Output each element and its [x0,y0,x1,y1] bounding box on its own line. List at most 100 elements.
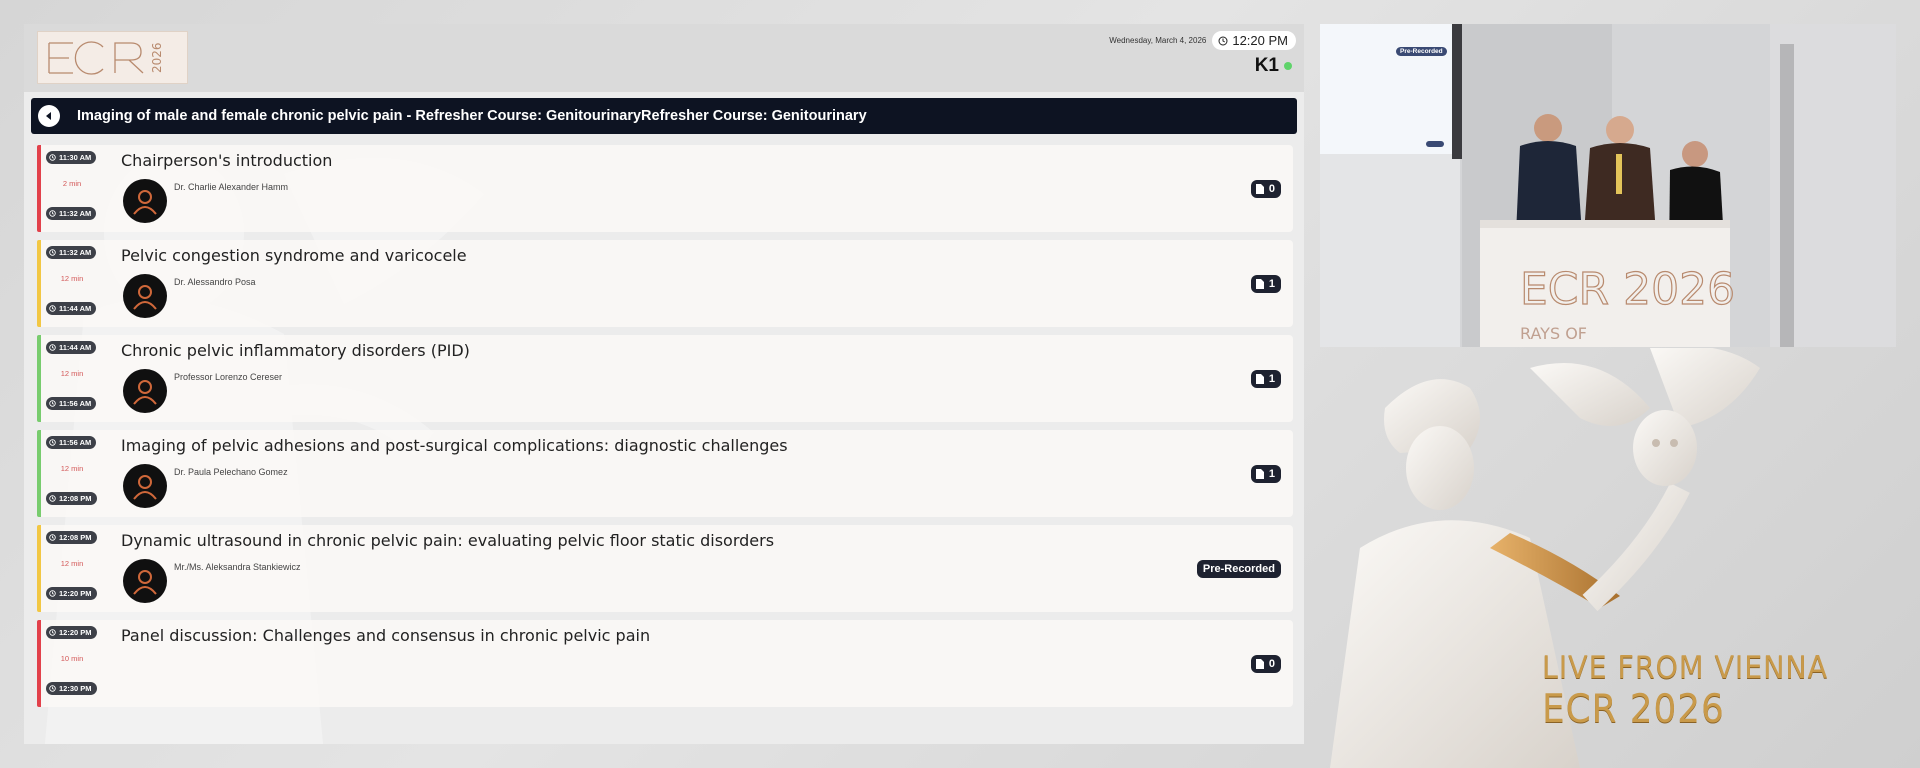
talk-end-label: 12:30 PM [59,684,92,693]
documents-count: 0 [1268,658,1275,670]
talk-title[interactable]: Chronic pelvic inflammatory disorders (P… [121,341,470,360]
talk-row[interactable]: 12:20 PM 10 min 12:30 PM Panel discussion: … [37,620,1293,707]
clock-icon [49,210,56,217]
clock-icon [49,154,56,161]
talk-title[interactable]: Panel discussion: Challenges and consens… [121,626,650,645]
current-time-label: 12:20 PM [1232,33,1288,48]
talk-end-label: 12:20 PM [59,589,92,598]
talk-status-accent [37,430,41,517]
clock-icon [49,344,56,351]
talk-duration: 12 min [60,369,84,378]
talk-title[interactable]: Dynamic ultrasound in chronic pelvic pai… [121,531,774,550]
live-video-feed[interactable]: ECR 2026 RAYS OF Pre-Recorded [1320,24,1896,347]
talk-start-time: 12:20 PM [46,626,97,639]
talk-start-label: 11:44 AM [59,343,92,352]
documents-button[interactable]: 0 [1250,180,1281,198]
documents-button[interactable]: 1 [1250,275,1281,293]
live-status-dot [1284,62,1292,70]
talk-row[interactable]: 11:56 AM 12 min 12:08 PM Imaging of pelvic … [37,430,1293,517]
live-from-vienna-text: LIVE FROM VIENNA [1542,650,1829,686]
documents-count: 1 [1268,278,1275,290]
clock-icon [49,534,56,541]
talk-status-accent [37,620,41,707]
talk-duration: 12 min [60,464,84,473]
clock-icon [49,439,56,446]
header-bar: 2026 Wednesday, March 4, 2026 12:20 PM K… [24,24,1304,92]
speaker-name[interactable]: Dr. Alessandro Posa [174,277,256,287]
talk-end-time: 11:32 AM [46,207,97,220]
talk-title[interactable]: Imaging of pelvic adhesions and post-sur… [121,436,788,455]
talk-end-time: 12:30 PM [46,682,97,695]
talk-end-label: 11:44 AM [59,304,92,313]
speaker-avatar[interactable] [123,274,167,318]
talk-row[interactable]: 12:08 PM 12 min 12:20 PM Dynamic ultrasound… [37,525,1293,612]
document-icon [1255,659,1264,669]
talk-start-time: 11:56 AM [46,436,97,449]
talk-row[interactable]: 11:32 AM 12 min 11:44 AM Pelvic congestion … [37,240,1293,327]
clock-icon [49,590,56,597]
svg-text:RAYS OF: RAYS OF [1520,324,1587,343]
current-date: Wednesday, March 4, 2026 [1109,36,1207,45]
talk-row[interactable]: 11:44 AM 12 min 11:56 AM Chronic pelvic inf… [37,335,1293,422]
branding-area: LIVE FROM VIENNA ECR 2026 [1320,348,1920,768]
clock-icon [49,685,56,692]
back-arrow-icon [46,112,51,120]
clock-icon [49,495,56,502]
clock-icon [1218,36,1228,45]
session-title: Imaging of male and female chronic pelvi… [77,108,867,124]
session-panel: 2026 Wednesday, March 4, 2026 12:20 PM K… [24,24,1304,744]
documents-count: 0 [1268,183,1275,195]
speaker-name[interactable]: Professor Lorenzo Cereser [174,372,282,382]
talk-status-accent [37,525,41,612]
person-icon [133,190,157,215]
talk-duration: 12 min [60,559,84,568]
talk-status-accent [37,335,41,422]
clock-icon [49,249,56,256]
documents-count: 1 [1268,468,1275,480]
logo-graphic: 2026 [47,40,164,75]
talk-start-label: 12:20 PM [59,628,92,637]
talk-start-time: 12:08 PM [46,531,97,544]
documents-button[interactable]: 1 [1250,370,1281,388]
talk-title[interactable]: Pelvic congestion syndrome and varicocel… [121,246,467,265]
speaker-avatar[interactable] [123,559,167,603]
speaker-avatar[interactable] [123,179,167,223]
talk-start-time: 11:32 AM [46,246,97,259]
clock-icon [49,305,56,312]
person-icon [133,285,157,310]
documents-button[interactable]: 1 [1250,465,1281,483]
video-prerecorded-badge: Pre-Recorded [1396,47,1447,56]
prerecorded-badge: Pre-Recorded [1196,560,1281,578]
talk-row[interactable]: 11:30 AM 2 min 11:32 AM Chairperson's intro… [37,145,1293,232]
clock-icon [49,400,56,407]
date-time: Wednesday, March 4, 2026 12:20 PM [1109,31,1296,50]
ecr-logo: 2026 [37,31,188,84]
document-icon [1255,184,1264,194]
talk-end-time: 11:56 AM [46,397,97,410]
ecr-2026-text: ECR 2026 [1542,687,1725,732]
speaker-avatar[interactable] [123,369,167,413]
speaker-avatar[interactable] [123,464,167,508]
svg-text:2026: 2026 [150,42,164,73]
talk-start-time: 11:44 AM [46,341,97,354]
speaker-name[interactable]: Dr. Paula Pelechano Gomez [174,467,288,477]
back-button[interactable] [38,105,60,127]
talk-duration: 2 min [62,179,82,188]
document-icon [1255,374,1264,384]
document-icon [1255,279,1264,289]
talk-start-label: 11:30 AM [59,153,92,162]
talk-start-time: 11:30 AM [46,151,97,164]
talk-start-label: 12:08 PM [59,533,92,542]
speaker-name[interactable]: Mr./Ms. Aleksandra Stankiewicz [174,562,301,572]
talk-end-time: 12:08 PM [46,492,97,505]
documents-button[interactable]: 0 [1250,655,1281,673]
person-icon [133,570,157,595]
speaker-name[interactable]: Dr. Charlie Alexander Hamm [174,182,288,192]
talk-end-label: 11:56 AM [59,399,92,408]
talk-end-label: 11:32 AM [59,209,92,218]
room-name: K1 [1254,55,1279,76]
video-frame: ECR 2026 RAYS OF [1320,24,1896,347]
talk-start-label: 11:32 AM [59,248,92,257]
talk-title[interactable]: Chairperson's introduction [121,151,332,170]
talk-status-accent [37,240,41,327]
